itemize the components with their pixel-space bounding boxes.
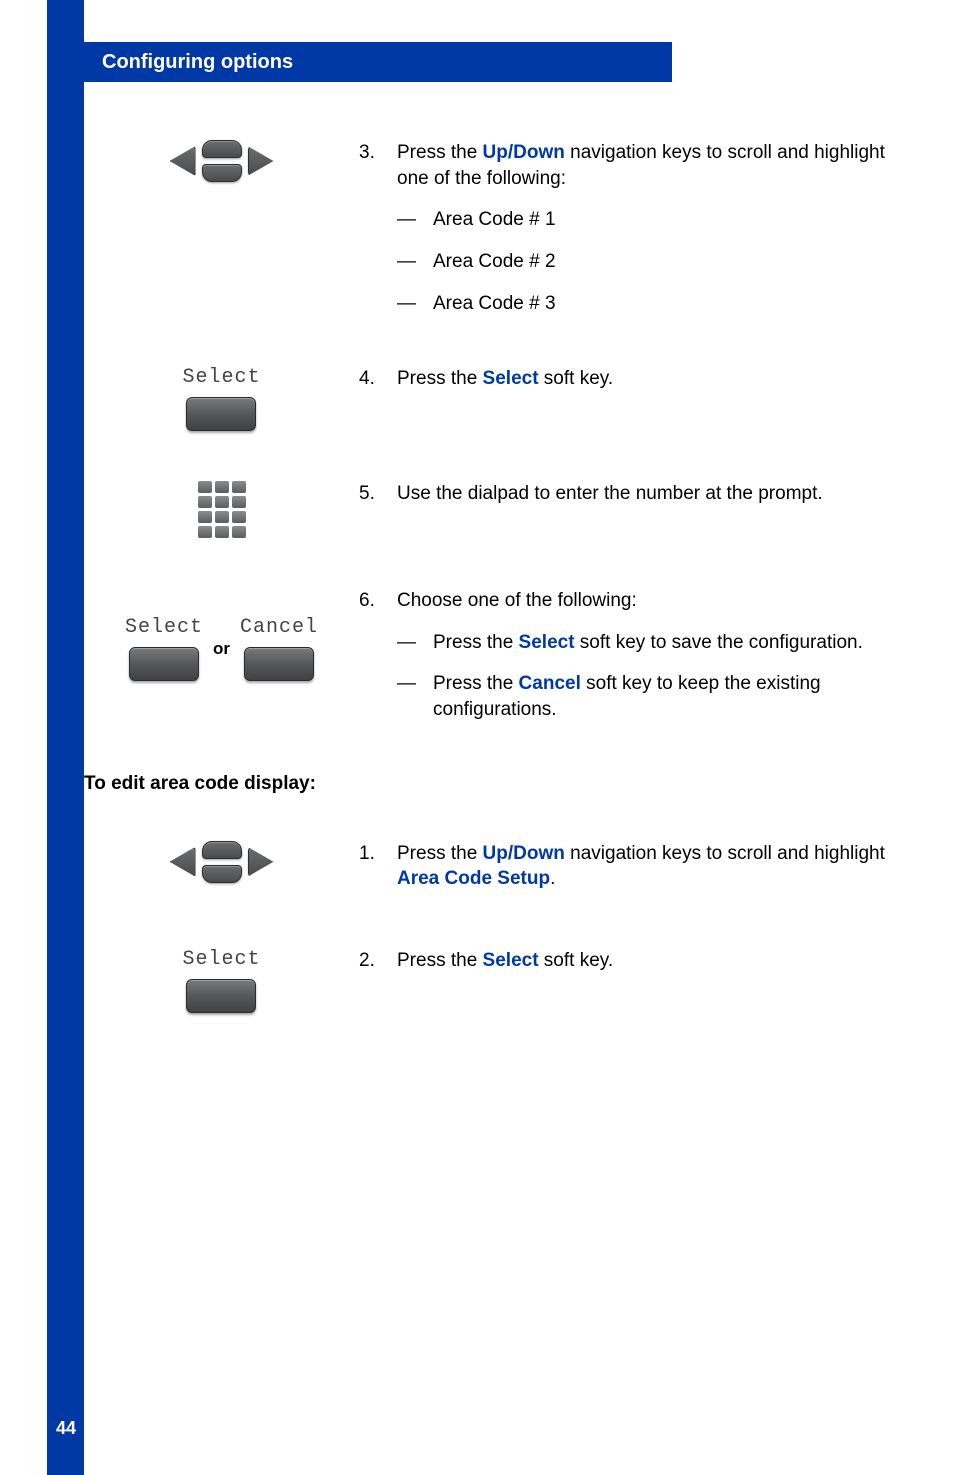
area-code-setup-label: Area Code Setup — [397, 868, 550, 889]
step-6: Select or Cancel 6. Choose one of the fo… — [84, 588, 914, 723]
dial-key — [232, 481, 246, 493]
step-3-illustration — [84, 140, 359, 316]
step-number: 1. — [359, 841, 397, 892]
step-number: 3. — [359, 140, 397, 191]
dial-key — [198, 481, 212, 493]
cancel-softkey-graphic: Cancel — [240, 616, 318, 681]
softkey-button-icon — [244, 647, 314, 681]
step-body: Use the dialpad to enter the number at t… — [397, 481, 823, 507]
step-body: Choose one of the following: — [397, 588, 637, 614]
dial-key — [232, 511, 246, 523]
select-label: Select — [483, 950, 539, 971]
step2-1-text: 1. Press the Up/Down navigation keys to … — [359, 841, 914, 898]
section-heading: To edit area code display: — [84, 773, 914, 795]
nav-left-icon — [170, 847, 196, 877]
step-6-text: 6. Choose one of the following: — Press … — [359, 588, 914, 723]
select-softkey-graphic: Select — [125, 616, 203, 681]
content-area: 3. Press the Up/Down navigation keys to … — [84, 140, 914, 1063]
sub-item: Area Code # 2 — [433, 249, 556, 275]
step-body: Press the Select soft key. — [397, 948, 613, 974]
cancel-label: Cancel — [519, 673, 581, 694]
step-number: 2. — [359, 948, 397, 974]
step-body: Press the Up/Down navigation keys to scr… — [397, 841, 914, 892]
step-6-illustration: Select or Cancel — [84, 588, 359, 723]
step-3: 3. Press the Up/Down navigation keys to … — [84, 140, 914, 316]
dial-key — [232, 496, 246, 508]
step2-1-illustration — [84, 841, 359, 898]
softkey-button-icon — [186, 979, 256, 1013]
step2-2-text: 2. Press the Select soft key. — [359, 948, 914, 1013]
nav-down-icon — [202, 164, 242, 182]
step2-2-illustration: Select — [84, 948, 359, 1013]
softkey-button-icon — [129, 647, 199, 681]
select-label: Select — [519, 632, 575, 653]
page-number: 44 — [56, 1418, 76, 1439]
dash: — — [397, 291, 433, 317]
dialpad-icon — [198, 481, 246, 538]
step-body: Press the Up/Down navigation keys to scr… — [397, 140, 914, 191]
sub-item: Area Code # 3 — [433, 291, 556, 317]
step2-1: 1. Press the Up/Down navigation keys to … — [84, 841, 914, 898]
dial-key — [232, 526, 246, 538]
dial-key — [198, 496, 212, 508]
step-number: 5. — [359, 481, 397, 507]
step-5: 5. Use the dialpad to enter the number a… — [84, 481, 914, 538]
lcd-cancel-label: Cancel — [240, 616, 318, 639]
or-label: or — [213, 639, 230, 659]
step-number: 6. — [359, 588, 397, 614]
step-5-illustration — [84, 481, 359, 538]
nav-left-icon — [170, 146, 196, 176]
step-5-text: 5. Use the dialpad to enter the number a… — [359, 481, 914, 538]
updown-label: Up/Down — [483, 142, 565, 163]
nav-down-icon — [202, 865, 242, 883]
page-sidebar — [47, 0, 84, 1475]
updown-label: Up/Down — [483, 843, 565, 864]
lcd-select-label: Select — [182, 948, 260, 971]
select-label: Select — [483, 368, 539, 389]
nav-right-icon — [248, 847, 274, 877]
dial-key — [215, 481, 229, 493]
step-4-text: 4. Press the Select soft key. — [359, 366, 914, 431]
nav-up-icon — [202, 140, 242, 158]
sub-item: Area Code # 1 — [433, 207, 556, 233]
step-number: 4. — [359, 366, 397, 392]
step-4-illustration: Select — [84, 366, 359, 431]
dial-key — [198, 511, 212, 523]
lcd-select-label: Select — [182, 366, 260, 389]
dash: — — [397, 630, 433, 656]
section-header-title: Configuring options — [102, 51, 293, 74]
sub-item: Press the Select soft key to save the co… — [433, 630, 863, 656]
step-4: Select 4. Press the Select soft key. — [84, 366, 914, 431]
lcd-select-label: Select — [125, 616, 203, 639]
dial-key — [215, 511, 229, 523]
select-or-cancel-graphic: Select or Cancel — [125, 616, 318, 681]
dial-key — [215, 526, 229, 538]
section-header: Configuring options — [47, 42, 672, 82]
dial-key — [198, 526, 212, 538]
select-softkey-graphic: Select — [182, 948, 260, 1013]
sub-item: Press the Cancel soft key to keep the ex… — [433, 671, 914, 722]
dash: — — [397, 249, 433, 275]
step2-2: Select 2. Press the Select soft key. — [84, 948, 914, 1013]
nav-keys-icon — [167, 140, 277, 182]
dial-key — [215, 496, 229, 508]
dash: — — [397, 671, 433, 722]
step-body: Press the Select soft key. — [397, 366, 613, 392]
nav-up-icon — [202, 841, 242, 859]
select-softkey-graphic: Select — [182, 366, 260, 431]
nav-keys-icon — [167, 841, 277, 883]
dash: — — [397, 207, 433, 233]
softkey-button-icon — [186, 397, 256, 431]
step-3-text: 3. Press the Up/Down navigation keys to … — [359, 140, 914, 316]
nav-right-icon — [248, 146, 274, 176]
